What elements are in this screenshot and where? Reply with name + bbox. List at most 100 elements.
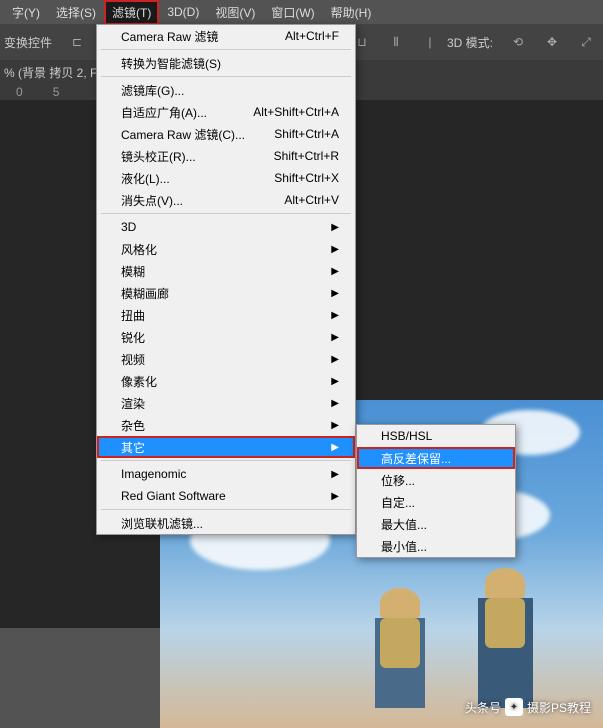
menu-item[interactable]: 像素化 ▶ (97, 370, 355, 392)
menu-type[interactable]: 字(Y) (4, 0, 48, 25)
menu-separator (101, 76, 351, 77)
submenu-item-label: 高反差保留... (381, 450, 451, 467)
submenu-arrow-icon: ▶ (331, 376, 339, 387)
watermark-brand: 头条号 (465, 699, 501, 716)
submenu-arrow-icon: ▶ (331, 354, 339, 365)
menu-window[interactable]: 窗口(W) (263, 0, 322, 25)
menu-item-label: 自适应广角(A)... (121, 104, 207, 121)
submenu-item[interactable]: HSB/HSL (357, 425, 515, 447)
divider-icon: | (417, 29, 443, 55)
menu-item[interactable]: 转换为智能滤镜(S) (97, 52, 355, 74)
distribute-icon[interactable]: ⫴ (383, 29, 409, 55)
menu-shortcut: Shift+Ctrl+R (274, 149, 339, 163)
menu-item-label: 扭曲 (121, 307, 145, 324)
menu-shortcut: Alt+Shift+Ctrl+A (253, 105, 339, 119)
menu-select[interactable]: 选择(S) (48, 0, 104, 25)
menu-item-label: 滤镜库(G)... (121, 82, 184, 99)
menu-item[interactable]: 液化(L)...Shift+Ctrl+X (97, 167, 355, 189)
menu-item-label: 风格化 (121, 241, 157, 258)
filter-menu: Camera Raw 滤镜Alt+Ctrl+F 转换为智能滤镜(S) 滤镜库(G).… (96, 24, 356, 535)
document-tab[interactable]: % (背景 拷贝 2, F (4, 64, 97, 81)
person-figure (360, 588, 440, 728)
menu-3d[interactable]: 3D(D) (159, 1, 207, 23)
menu-filter[interactable]: 滤镜(T) (104, 0, 159, 25)
submenu-arrow-icon: ▶ (331, 469, 339, 480)
submenu-item[interactable]: 最大值... (357, 513, 515, 535)
menu-item[interactable]: 其它 ▶ (97, 436, 355, 458)
menu-shortcut: Shift+Ctrl+A (274, 127, 339, 141)
menu-item[interactable]: 自适应广角(A)... Alt+Shift+Ctrl+A (97, 101, 355, 123)
submenu-item-label: HSB/HSL (381, 429, 432, 443)
submenu-arrow-icon: ▶ (331, 244, 339, 255)
menu-item[interactable]: 模糊画廊 ▶ (97, 282, 355, 304)
submenu-item[interactable]: 最小值... (357, 535, 515, 557)
submenu-arrow-icon: ▶ (331, 332, 339, 343)
menu-shortcut: Alt+Ctrl+V (284, 193, 339, 207)
menu-view[interactable]: 视图(V) (207, 0, 263, 25)
menu-separator (101, 213, 351, 214)
menu-item[interactable]: Imagenomic ▶ (97, 463, 355, 485)
menu-item[interactable]: 风格化 ▶ (97, 238, 355, 260)
pan-icon[interactable]: ✥ (539, 29, 565, 55)
menu-shortcut: Alt+Ctrl+F (285, 29, 339, 43)
align-left-icon[interactable]: ⊏ (64, 29, 90, 55)
menu-item-label: 其它 (121, 439, 145, 456)
menu-item[interactable]: 消失点(V)... Alt+Ctrl+V (97, 189, 355, 211)
menu-item[interactable]: 扭曲 ▶ (97, 304, 355, 326)
menubar: 字(Y) 选择(S) 滤镜(T) 3D(D) 视图(V) 窗口(W) 帮助(H) (0, 0, 603, 24)
menu-shortcut: Shift+Ctrl+X (274, 171, 339, 185)
menu-item[interactable]: 浏览联机滤镜... (97, 512, 355, 534)
submenu-arrow-icon: ▶ (331, 491, 339, 502)
submenu-arrow-icon: ▶ (331, 398, 339, 409)
submenu-arrow-icon: ▶ (331, 288, 339, 299)
menu-item[interactable]: Camera Raw 滤镜Alt+Ctrl+F (97, 25, 355, 47)
menu-help[interactable]: 帮助(H) (323, 0, 380, 25)
menu-item[interactable]: Camera Raw 滤镜(C)... Shift+Ctrl+A (97, 123, 355, 145)
menu-item-label: 镜头校正(R)... (121, 148, 196, 165)
mode-3d-label: 3D 模式: (447, 34, 493, 51)
menu-item[interactable]: 3D ▶ (97, 216, 355, 238)
menu-item-label: 浏览联机滤镜... (121, 515, 203, 532)
menu-item-label: 杂色 (121, 417, 145, 434)
transform-controls-label: 变换控件 (4, 34, 52, 51)
submenu-arrow-icon: ▶ (331, 310, 339, 321)
wechat-icon: ✦ (505, 698, 523, 716)
ruler-tick: 0 (16, 85, 23, 99)
submenu-item[interactable]: 位移... (357, 469, 515, 491)
menu-separator (101, 49, 351, 50)
submenu-item[interactable]: 高反差保留... (357, 447, 515, 469)
submenu-arrow-icon: ▶ (331, 442, 339, 453)
menu-item[interactable]: Red Giant Software ▶ (97, 485, 355, 507)
submenu-item[interactable]: 自定... (357, 491, 515, 513)
menu-item-label: Camera Raw 滤镜(C)... (121, 126, 245, 143)
menu-item-label: 3D (121, 220, 136, 234)
orbit-icon[interactable]: ⟲ (505, 29, 531, 55)
submenu-item-label: 最小值... (381, 538, 427, 555)
other-submenu: HSB/HSL 高反差保留... 位移... 自定...最大值... 最小值... (356, 424, 516, 558)
menu-item[interactable]: 视频 ▶ (97, 348, 355, 370)
submenu-arrow-icon: ▶ (331, 222, 339, 233)
menu-item[interactable]: 滤镜库(G)... (97, 79, 355, 101)
menu-item-label: 渲染 (121, 395, 145, 412)
zoom-icon[interactable]: ⤢ (573, 29, 599, 55)
menu-item-label: 消失点(V)... (121, 192, 183, 209)
menu-item-label: 锐化 (121, 329, 145, 346)
menu-item[interactable]: 模糊 ▶ (97, 260, 355, 282)
menu-item-label: 模糊画廊 (121, 285, 169, 302)
watermark: 头条号 ✦ 摄影PS教程 (465, 698, 591, 716)
menu-item-label: Imagenomic (121, 467, 186, 481)
menu-item-label: Red Giant Software (121, 489, 226, 503)
watermark-text: 摄影PS教程 (527, 699, 591, 716)
menu-item-label: 视频 (121, 351, 145, 368)
menu-item-label: 模糊 (121, 263, 145, 280)
submenu-item-label: 位移... (381, 472, 415, 489)
menu-item-label: 像素化 (121, 373, 157, 390)
menu-separator (101, 460, 351, 461)
menu-item[interactable]: 镜头校正(R)... Shift+Ctrl+R (97, 145, 355, 167)
submenu-arrow-icon: ▶ (331, 266, 339, 277)
menu-item[interactable]: 杂色▶ (97, 414, 355, 436)
menu-separator (101, 509, 351, 510)
menu-item-label: 转换为智能滤镜(S) (121, 55, 221, 72)
menu-item[interactable]: 锐化 ▶ (97, 326, 355, 348)
menu-item[interactable]: 渲染 ▶ (97, 392, 355, 414)
